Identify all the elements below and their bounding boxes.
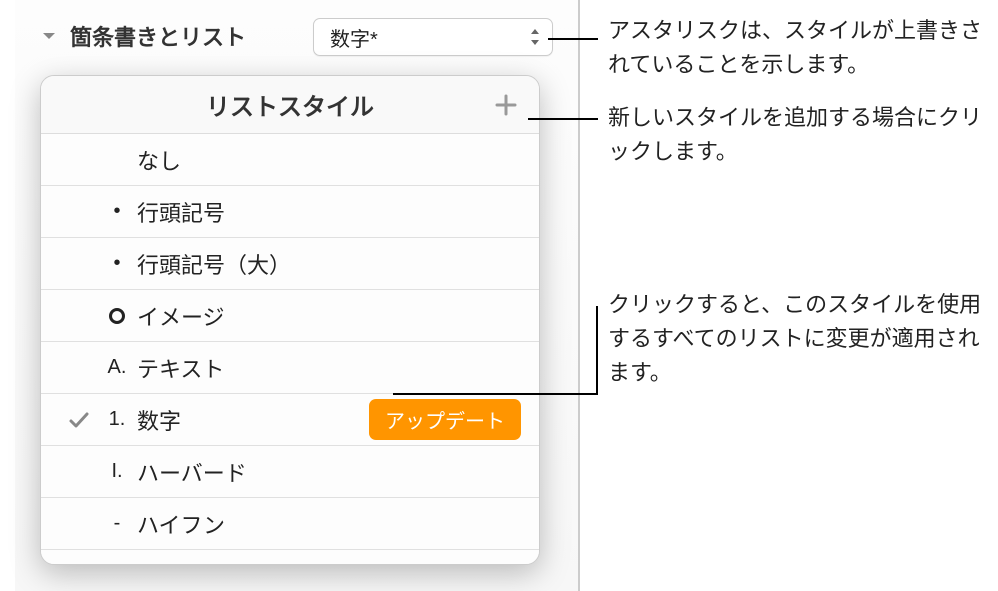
style-name-label: 行頭記号 — [137, 196, 521, 228]
popover-title: リストスタイル — [206, 87, 374, 122]
callout-line — [393, 393, 598, 395]
style-row[interactable]: •行頭記号（大） — [41, 238, 539, 290]
style-name-label: イメージ — [137, 300, 521, 332]
callout-add: 新しいスタイルを追加する場合にクリックします。 — [608, 101, 988, 169]
bullet-marker: A. — [97, 356, 137, 379]
style-name-label: テキスト — [137, 352, 521, 384]
style-row[interactable]: A.テキスト — [41, 342, 539, 394]
style-name-label: ノートテーキング — [137, 560, 521, 566]
add-style-button[interactable] — [491, 90, 521, 120]
bullet-marker: • — [97, 200, 137, 223]
bullet-marker: 1. — [97, 408, 137, 431]
style-row[interactable]: イメージ — [41, 290, 539, 342]
callout-line — [596, 306, 598, 395]
style-row[interactable]: なし — [41, 134, 539, 186]
updown-arrows-icon — [528, 27, 542, 47]
style-name-label: ハイフン — [137, 508, 521, 540]
bullet-marker: - — [97, 512, 137, 535]
check-icon — [61, 409, 97, 431]
bullet-marker: I. — [97, 460, 137, 483]
callout-update: クリックすると、このスタイルを使用するすべてのリストに変更が適用されます。 — [608, 288, 988, 390]
style-name-label: 数字 — [137, 404, 369, 436]
callout-line — [548, 38, 598, 40]
style-row[interactable]: I.ハーバード — [41, 446, 539, 498]
callout-line — [528, 118, 598, 120]
bullet-marker: • — [97, 252, 137, 275]
popover-header: リストスタイル — [41, 76, 539, 134]
chevron-down-icon — [40, 27, 58, 45]
style-list: なし•行頭記号•行頭記号（大）イメージA.テキスト1.数字アップデートI.ハーバ… — [41, 134, 539, 565]
plus-icon — [493, 92, 519, 118]
bullet-marker — [97, 308, 137, 324]
style-name-label: ハーバード — [137, 456, 521, 488]
update-style-button[interactable]: アップデート — [369, 399, 521, 440]
style-name-label: 行頭記号（大） — [137, 248, 521, 280]
format-panel: 箇条書きとリスト 数字* リストスタイル なし•行頭記号•行頭記号（大）イメージ… — [15, 0, 580, 591]
bullet-marker: - — [97, 564, 137, 565]
list-style-dropdown[interactable]: 数字* — [313, 18, 553, 56]
style-row[interactable]: •行頭記号 — [41, 186, 539, 238]
section-title: 箇条書きとリスト — [70, 20, 246, 52]
style-row[interactable]: -ハイフン — [41, 498, 539, 550]
dropdown-value: 数字* — [330, 23, 378, 52]
style-name-label: なし — [137, 144, 521, 176]
list-styles-popover: リストスタイル なし•行頭記号•行頭記号（大）イメージA.テキスト1.数字アップ… — [40, 75, 540, 565]
callout-asterisk: アスタリスクは、スタイルが上書きされていることを示します。 — [608, 14, 988, 82]
style-row[interactable]: -ノートテーキング — [41, 550, 539, 565]
style-row[interactable]: 1.数字アップデート — [41, 394, 539, 446]
